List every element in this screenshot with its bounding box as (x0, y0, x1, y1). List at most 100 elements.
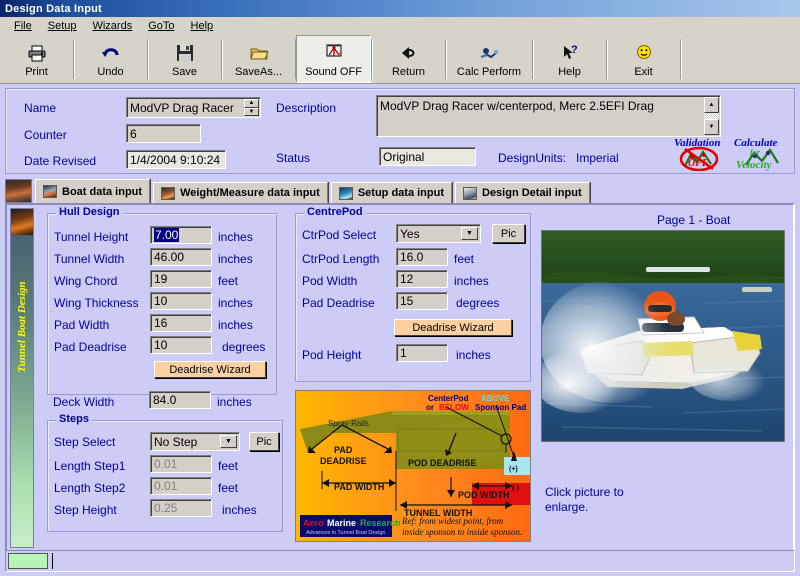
hull-deadrise-wizard-button[interactable]: Deadrise Wizard (154, 361, 266, 378)
hull-design-title: Hull Design (56, 206, 123, 218)
ctrpod-length-unit: feet (454, 252, 475, 266)
tab-weight-measure-data-input[interactable]: Weight/Measure data input (153, 182, 328, 203)
svg-text:PAD: PAD (334, 445, 353, 455)
status-caret (52, 553, 53, 569)
toolbar-button-exit[interactable]: Exit (607, 35, 680, 83)
name-spinner[interactable]: ▲ ▼ (244, 99, 259, 116)
wing-chord-unit: feet (218, 274, 239, 288)
tab-content-panel: Tunnel Boat Design Hull Design Tunnel He… (5, 203, 795, 555)
step-height-value: 0.25 (154, 501, 178, 515)
toolbar-button-save-as[interactable]: SaveAs... (222, 35, 295, 83)
pad-deadrise-label: Pad Deadrise (54, 340, 127, 354)
description-scrollbar[interactable]: ▲ ▼ (704, 97, 719, 135)
pod-height-input[interactable]: 1 (396, 344, 448, 362)
steps-group: Steps Step Select No Step ▼ Pic Length S… (47, 413, 283, 532)
boat-tab-icon (43, 185, 57, 198)
description-scroll-up-icon[interactable]: ▲ (704, 97, 719, 113)
svg-text:x: x (339, 51, 342, 57)
centrepod-pad-deadrise-label: Pad Deadrise (302, 296, 375, 310)
ctrpod-select-value: Yes (400, 226, 420, 241)
hull-cross-section-diagram[interactable]: CenterPod ABOVE or BELOW Sponson Pad Spr… (295, 390, 531, 542)
pod-width-input[interactable]: 12 (396, 270, 448, 288)
menu-item-goto[interactable]: GoTo (140, 19, 182, 33)
wing-chord-input[interactable]: 19 (150, 270, 212, 288)
menu-item-file[interactable]: File (6, 19, 40, 33)
setup-tab-icon (338, 186, 353, 200)
length-step2-input[interactable]: 0.01 (150, 477, 212, 495)
design-data-input-window: Design Data Input File Setup Wizards GoT… (0, 0, 800, 576)
name-spinner-up-icon[interactable]: ▲ (244, 99, 259, 108)
status-input[interactable]: Original (379, 147, 476, 166)
wing-thickness-value: 10 (154, 294, 168, 308)
centrepod-pic-label: Pic (500, 227, 517, 240)
pod-width-value: 12 (400, 272, 414, 286)
validation-off-button[interactable]: Validation OFF (674, 137, 732, 171)
date-revised-label: Date Revised (24, 154, 97, 168)
centrepod-pad-deadrise-input[interactable]: 15 (396, 292, 448, 310)
toolbar-button-undo[interactable]: Undo (74, 35, 147, 83)
toolbar-button-return[interactable]: Return (372, 35, 445, 83)
date-revised-input[interactable]: 1/4/2004 9:10:24 (126, 150, 226, 169)
wing-thickness-input[interactable]: 10 (150, 292, 212, 310)
calculate-velocity-text: Velocity (736, 159, 772, 171)
tunnel-width-input[interactable]: 46.00 (150, 248, 212, 266)
centrepod-pad-deadrise-value: 15 (400, 294, 414, 308)
calc-perform-icon (478, 41, 500, 65)
tab-setup-data-input[interactable]: Setup data input (330, 182, 452, 203)
tunnel-width-label: Tunnel Width (54, 252, 125, 266)
tunnel-height-value: 7.00 (154, 228, 180, 242)
deck-width-input[interactable]: 84.0 (149, 391, 211, 409)
tunnel-width-value: 46.00 (154, 250, 185, 264)
toolbar-button-save[interactable]: Save (148, 35, 221, 83)
toolbar-button-calc-perform[interactable]: Calc Perform (446, 35, 532, 83)
calculate-for-text: for (750, 148, 760, 157)
toolbar-button-print-label: Print (25, 65, 48, 78)
menu-item-wizards[interactable]: Wizards (84, 19, 140, 33)
chevron-down-icon[interactable]: ▼ (461, 227, 478, 240)
tab-boat-data-input[interactable]: Boat data input (35, 179, 151, 203)
menu-item-setup[interactable]: Setup (40, 19, 85, 33)
hull-deadrise-wizard-label: Deadrise Wizard (169, 363, 251, 376)
pad-width-input[interactable]: 16 (150, 314, 212, 332)
menu-item-help-label: Help (190, 19, 214, 32)
description-scroll-down-icon[interactable]: ▼ (704, 119, 719, 135)
svg-text:BELOW: BELOW (439, 403, 469, 412)
tab-weight-measure-label: Weight/Measure data input (180, 187, 320, 199)
tab-setup-data-input-label: Setup data input (357, 187, 444, 199)
svg-text:POD WIDTH: POD WIDTH (458, 490, 510, 500)
main-toolbar: Print Undo Save SaveAs... x Sound OFF Re… (0, 35, 800, 84)
svg-text:Marine: Marine (327, 518, 356, 528)
toolbar-button-print[interactable]: Print (0, 35, 73, 83)
toolbar-button-help[interactable]: ? Help (533, 35, 606, 83)
centrepod-deadrise-wizard-button[interactable]: Deadrise Wizard (394, 319, 512, 336)
length-step1-label: Length Step1 (54, 459, 126, 473)
menu-bar: File Setup Wizards GoTo Help (0, 17, 800, 35)
name-spinner-down-icon[interactable]: ▼ (244, 107, 259, 116)
counter-input[interactable]: 6 (126, 124, 201, 143)
step-height-input[interactable]: 0.25 (150, 499, 212, 517)
step-select-dropdown[interactable]: No Step ▼ (150, 432, 240, 451)
tunnel-height-input[interactable]: 7.00 (150, 226, 212, 244)
calculate-velocity-button[interactable]: Calculate for Velocity (734, 137, 794, 171)
menu-item-help[interactable]: Help (183, 19, 222, 33)
length-step1-input[interactable]: 0.01 (150, 455, 212, 473)
status-value: Original (383, 149, 425, 164)
toolbar-button-sound-off[interactable]: x Sound OFF (296, 35, 371, 83)
steps-pic-button[interactable]: Pic (249, 432, 279, 451)
pad-width-value: 16 (154, 316, 168, 330)
sidebar-photo-strip (11, 209, 33, 235)
status-strip (5, 550, 795, 572)
tunnel-boat-action-photo[interactable] (541, 230, 785, 442)
pad-deadrise-input[interactable]: 10 (150, 336, 212, 354)
ctrpod-select-dropdown[interactable]: Yes ▼ (396, 224, 481, 243)
ctrpod-length-input[interactable]: 16.0 (396, 248, 448, 266)
window-title-bar: Design Data Input (0, 0, 800, 17)
description-textarea[interactable]: ModVP Drag Racer w/centerpod, Merc 2.5EF… (376, 95, 721, 137)
help-pointer-icon: ? (560, 41, 580, 65)
tab-bar: Boat data input Weight/Measure data inpu… (5, 179, 795, 203)
chevron-down-icon[interactable]: ▼ (220, 435, 237, 448)
svg-text:inside sponson to inside spons: inside sponson to inside sponson. (402, 527, 522, 537)
tab-design-detail-input[interactable]: Design Detail input (455, 182, 590, 203)
centrepod-pic-button[interactable]: Pic (492, 224, 525, 243)
name-input[interactable]: ModVP Drag Racer ▲ ▼ (126, 97, 261, 118)
